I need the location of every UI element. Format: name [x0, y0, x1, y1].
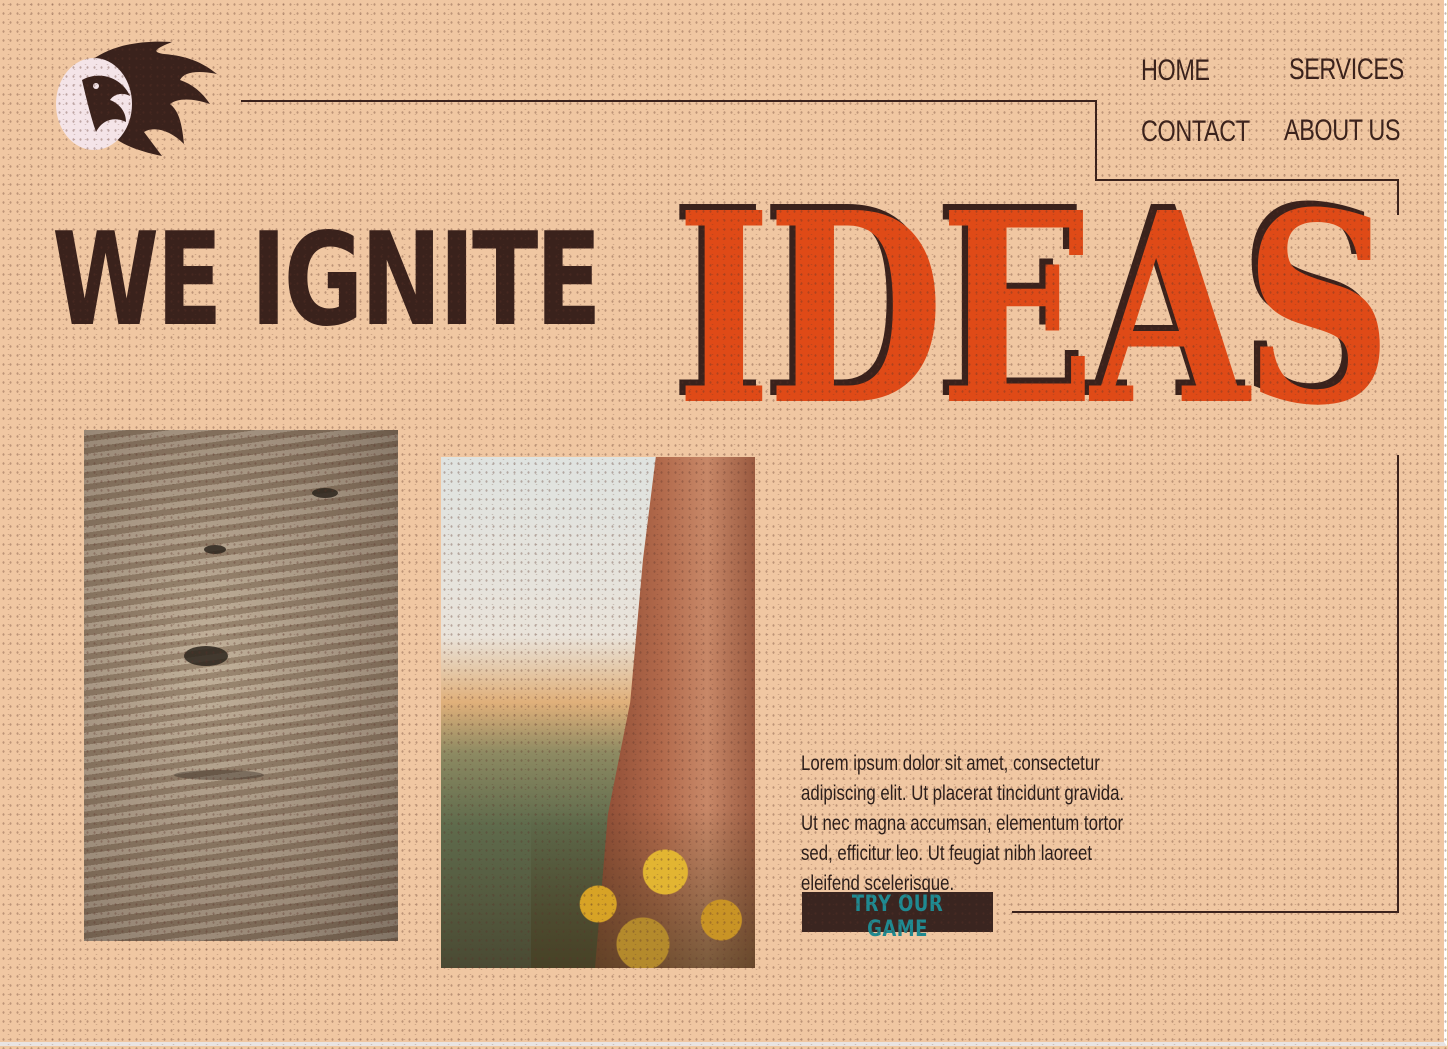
canyon-cliff-photo [441, 457, 755, 968]
intro-paragraph: Lorem ipsum dolor sit amet, consectetur … [801, 752, 1125, 895]
cta-label: TRY OUR GAME [851, 892, 944, 942]
content-frame-bottom [1012, 911, 1399, 913]
hero-headline-accent: IDEAS [676, 155, 1392, 463]
hero-headline-primary: WE IGNITE [52, 206, 602, 355]
try-our-game-button[interactable]: TRY OUR GAME [802, 892, 993, 942]
content-frame-right [1397, 455, 1399, 913]
header-rule-right [1397, 179, 1399, 215]
nav-about-link[interactable]: ABOUT US [1284, 114, 1400, 148]
nav-services-link[interactable]: SERVICES [1289, 53, 1404, 87]
autumn-foliage [531, 808, 755, 968]
flame-logo-icon[interactable] [52, 40, 222, 160]
sand-dunes-photo [84, 430, 398, 941]
header-rule [241, 100, 1097, 102]
nav-home-link[interactable]: HOME [1141, 54, 1210, 88]
nav-contact-link[interactable]: CONTACT [1141, 115, 1250, 149]
